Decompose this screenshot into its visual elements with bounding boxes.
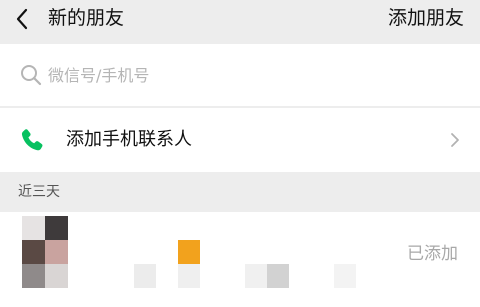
add-friend-button[interactable]: 添加朋友 [388, 4, 464, 32]
search-input[interactable] [48, 58, 458, 92]
friend-request-item[interactable]: 已添加 [0, 212, 480, 307]
search-box[interactable] [0, 44, 480, 106]
new-friends-page: 新的朋友 添加朋友 添加手机联系人 近三天 [0, 0, 480, 307]
add-phone-contacts-row[interactable]: 添加手机联系人 [0, 108, 480, 172]
obscured-name [334, 264, 356, 288]
status-label: 已添加 [407, 244, 458, 264]
obscured-name [267, 264, 289, 288]
section-header-recent: 近三天 [0, 172, 480, 212]
chevron-left-icon [16, 8, 28, 30]
phone-icon [21, 129, 43, 151]
search-icon [21, 65, 42, 86]
obscured-name [245, 264, 267, 288]
header-bar: 新的朋友 添加朋友 [0, 0, 480, 44]
section-label: 近三天 [18, 184, 60, 200]
page-title: 新的朋友 [48, 7, 125, 29]
chevron-right-icon [451, 133, 459, 147]
add-phone-contacts-label: 添加手机联系人 [66, 129, 192, 150]
obscured-name [134, 264, 156, 288]
avatar [22, 216, 68, 296]
back-button[interactable] [12, 6, 34, 32]
obscured-name [178, 240, 200, 264]
obscured-name [178, 264, 200, 288]
